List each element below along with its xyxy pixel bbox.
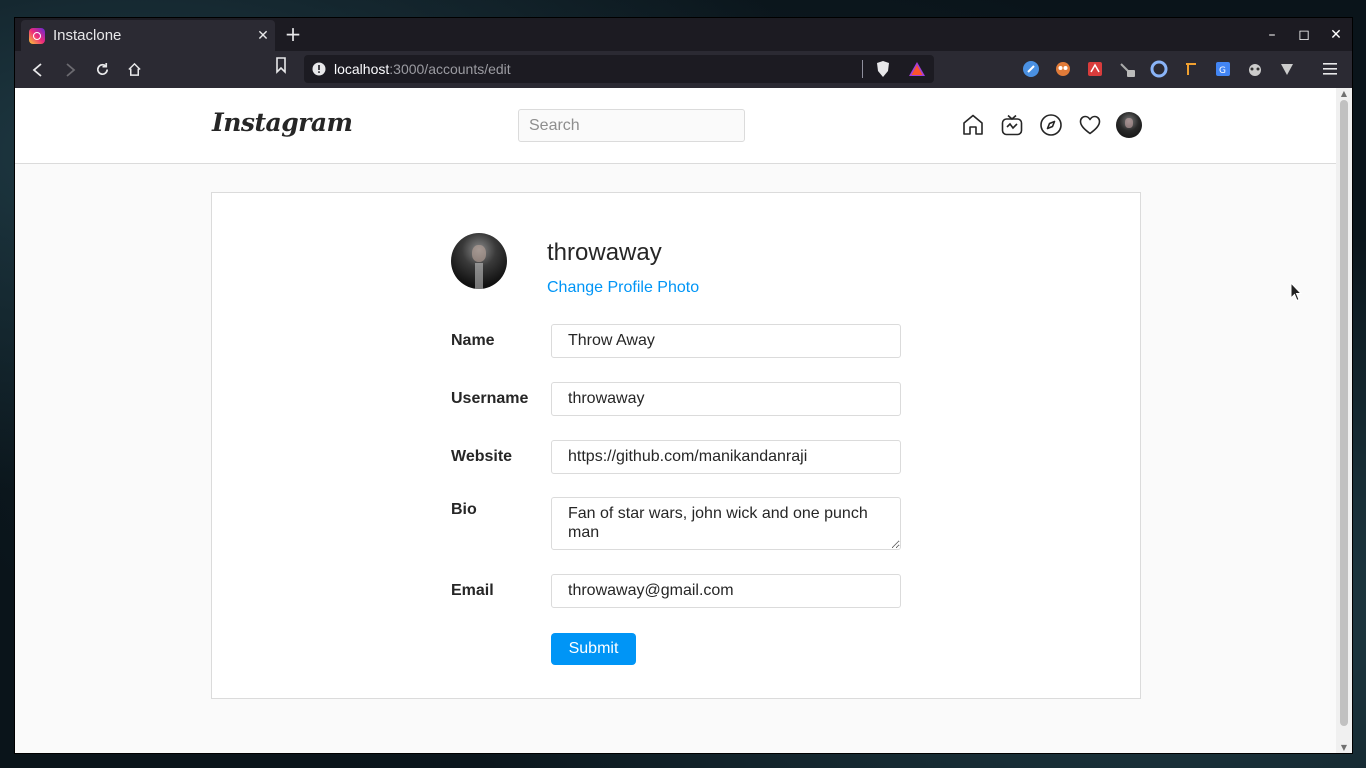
avatar — [1116, 112, 1142, 138]
name-row: Name — [451, 324, 901, 358]
home-nav-icon[interactable] — [960, 112, 986, 138]
browser-window: Instaclone ✕ + – ◻ ✕ localhost:3000/acc… — [15, 18, 1352, 753]
browser-toolbar: localhost :3000/accounts/edit G — [15, 51, 1352, 88]
reload-icon[interactable] — [86, 56, 118, 84]
profile-avatar[interactable] — [451, 233, 507, 289]
igtv-icon[interactable] — [999, 112, 1025, 138]
name-field[interactable] — [551, 324, 901, 358]
explore-icon[interactable] — [1038, 112, 1064, 138]
heart-icon[interactable] — [1077, 112, 1103, 138]
site-info-icon[interactable] — [304, 62, 334, 76]
tab-title: Instaclone — [53, 27, 122, 44]
username-label: Username — [451, 390, 529, 407]
profile-text: throwaway Change Profile Photo — [547, 233, 699, 297]
url-host: localhost — [334, 61, 390, 77]
brave-shield-icon[interactable] — [872, 59, 894, 79]
website-row: Website — [451, 440, 901, 474]
tab-strip: Instaclone ✕ + – ◻ ✕ — [15, 18, 1352, 51]
scroll-down-icon[interactable]: ▼ — [1340, 743, 1348, 752]
profile-avatar-small[interactable] — [1116, 112, 1142, 138]
search-input[interactable] — [518, 109, 745, 142]
email-field[interactable] — [551, 574, 901, 608]
window-controls: – ◻ ✕ — [1256, 18, 1352, 51]
app-header: Instagram — [15, 88, 1336, 164]
edit-profile-card: throwaway Change Profile Photo Name User… — [211, 192, 1141, 699]
bio-row: Bio Fan of star wars, john wick and one … — [451, 497, 901, 550]
url-path: :3000/accounts/edit — [389, 61, 511, 77]
website-field[interactable] — [551, 440, 901, 474]
translate-icon[interactable]: G — [1207, 55, 1239, 83]
close-tab-icon[interactable]: ✕ — [251, 28, 275, 44]
instagram-logo[interactable]: Instagram — [212, 108, 353, 137]
browser-tab[interactable]: Instaclone ✕ — [21, 20, 275, 51]
bookmark-icon[interactable] — [271, 55, 291, 79]
bio-textarea[interactable]: Fan of star wars, john wick and one punc… — [551, 497, 901, 550]
change-profile-photo-link[interactable]: Change Profile Photo — [547, 279, 699, 297]
svg-text:G: G — [1219, 66, 1226, 76]
extension-4-icon[interactable] — [1111, 55, 1143, 83]
scroll-thumb[interactable] — [1340, 100, 1348, 726]
url-bar[interactable]: localhost :3000/accounts/edit — [304, 55, 934, 83]
page-viewport: Instagram Search throwaway Change Profil… — [15, 88, 1352, 753]
brave-rewards-icon[interactable] — [906, 59, 928, 79]
mouse-cursor-icon — [1290, 282, 1302, 302]
extension-9-icon[interactable] — [1271, 55, 1303, 83]
extension-2-icon[interactable] — [1047, 55, 1079, 83]
extension-5-icon[interactable] — [1143, 55, 1175, 83]
maximize-icon[interactable]: ◻ — [1288, 18, 1320, 51]
url-divider — [862, 60, 863, 78]
email-label: Email — [451, 582, 494, 599]
extension-6-icon[interactable] — [1175, 55, 1207, 83]
minimize-icon[interactable]: – — [1256, 18, 1288, 51]
forward-icon[interactable] — [54, 56, 86, 84]
profile-summary: throwaway Change Profile Photo — [451, 233, 699, 297]
close-window-icon[interactable]: ✕ — [1320, 18, 1352, 51]
home-icon[interactable] — [118, 56, 150, 84]
new-tab-icon[interactable]: + — [283, 24, 303, 44]
name-label: Name — [451, 332, 495, 349]
profile-username: throwaway — [547, 239, 662, 266]
page-scrollbar[interactable]: ▲ ▼ — [1336, 88, 1352, 753]
bio-label: Bio — [451, 501, 477, 518]
website-label: Website — [451, 448, 513, 465]
back-icon[interactable] — [22, 56, 54, 84]
email-row: Email — [451, 574, 901, 608]
extension-8-icon[interactable] — [1239, 55, 1271, 83]
extension-1-icon[interactable] — [1015, 55, 1047, 83]
scroll-up-icon[interactable]: ▲ — [1340, 89, 1348, 98]
extension-3-icon[interactable] — [1079, 55, 1111, 83]
extensions-row: G — [1015, 55, 1303, 83]
menu-icon[interactable] — [1316, 55, 1344, 83]
username-field[interactable] — [551, 382, 901, 416]
submit-button[interactable]: Submit — [551, 633, 636, 665]
username-row: Username — [451, 382, 901, 416]
header-nav-icons — [960, 112, 1142, 138]
instagram-favicon-icon — [29, 27, 45, 44]
